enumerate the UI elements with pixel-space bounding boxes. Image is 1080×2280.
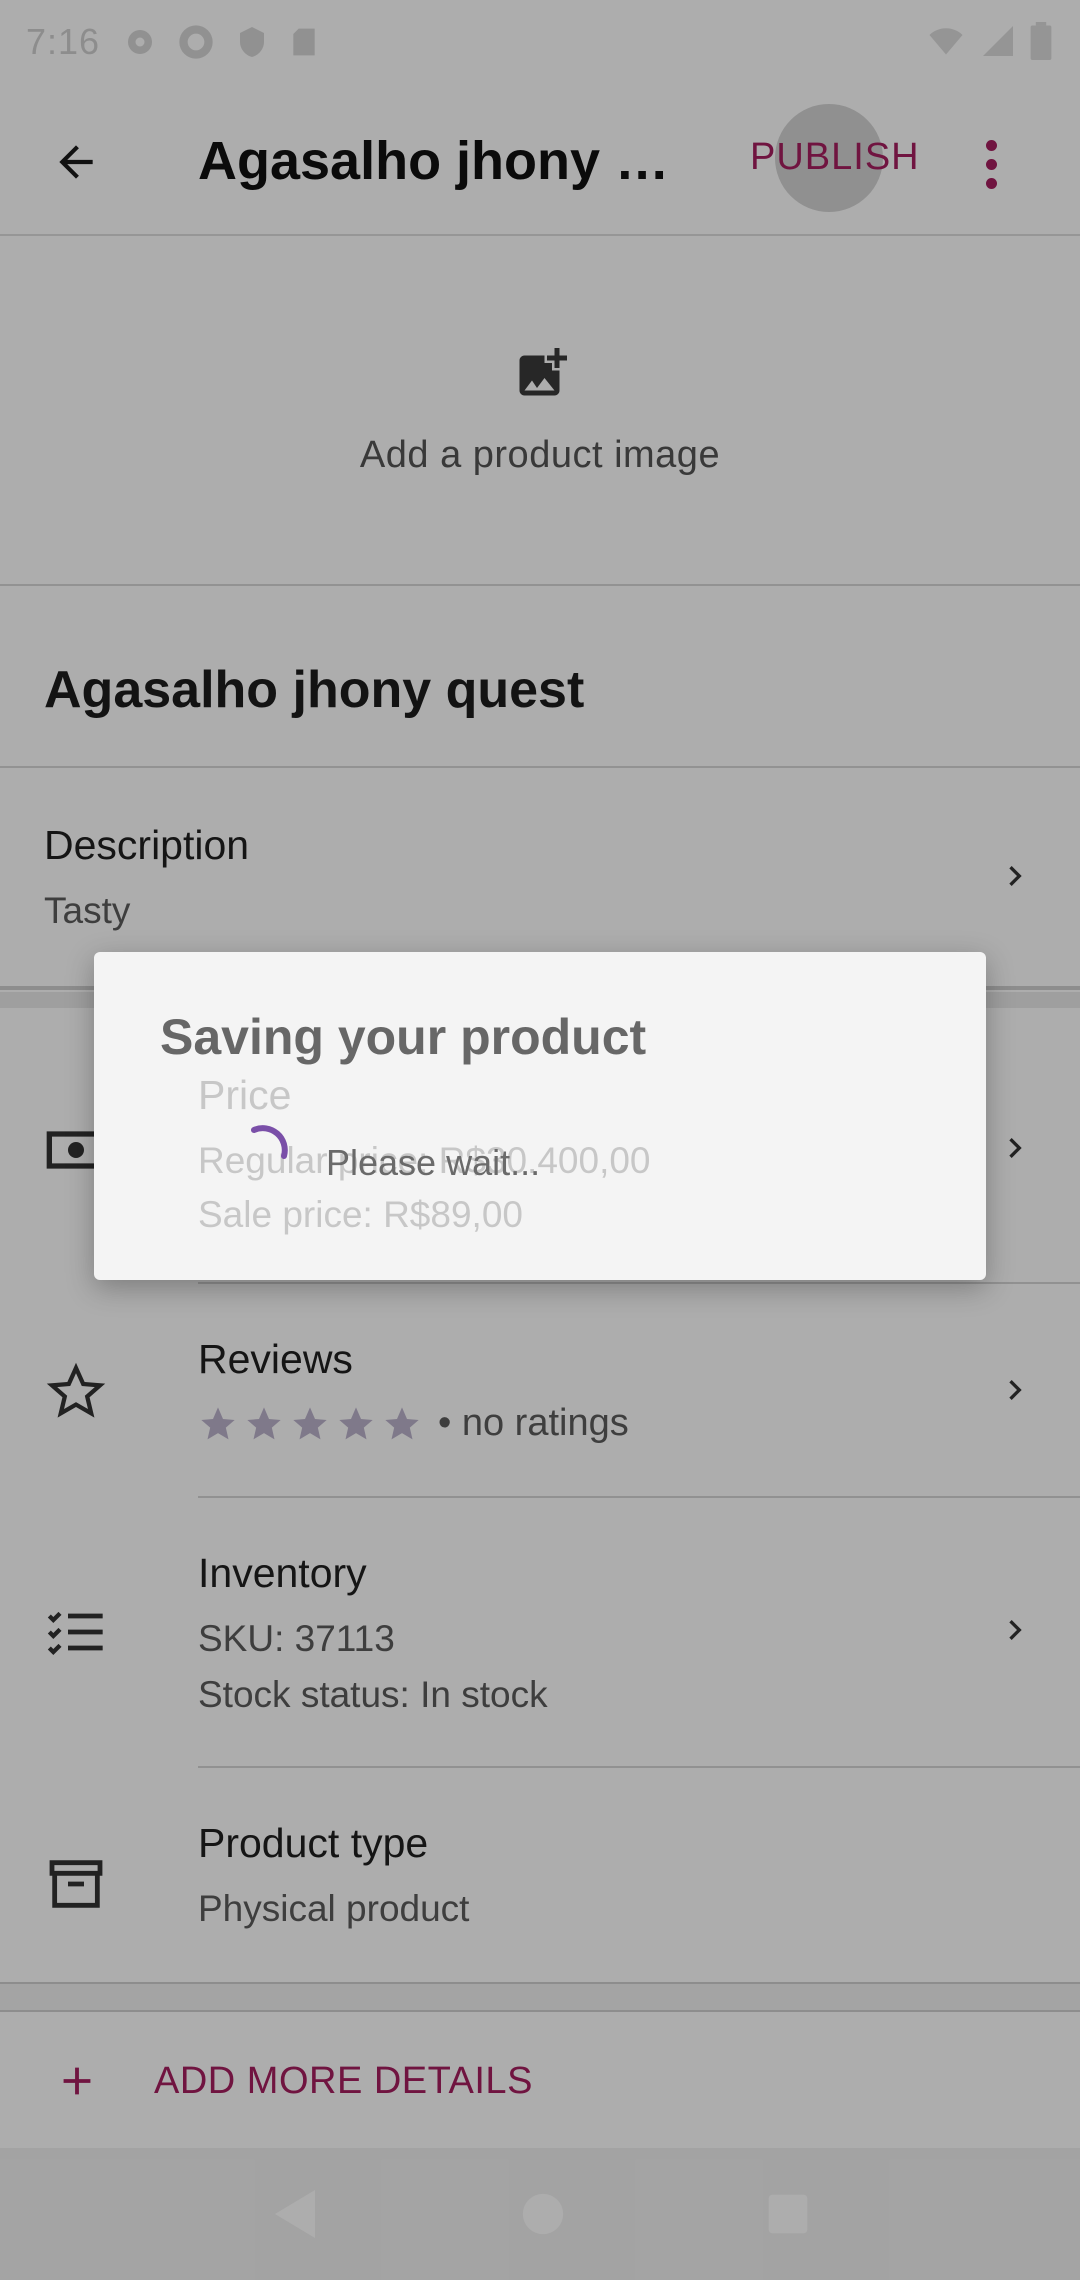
- progress-spinner-icon: [251, 1125, 288, 1159]
- price-title-bleed: Price: [198, 1072, 292, 1118]
- sale-price-bleed: Sale price: R$89,00: [198, 1194, 523, 1235]
- saving-dialog: Price Regular price: R$30.400,00 Sale pr…: [94, 952, 986, 1280]
- dialog-message: Please wait...: [326, 1142, 541, 1183]
- dialog-title: Saving your product: [160, 1009, 647, 1065]
